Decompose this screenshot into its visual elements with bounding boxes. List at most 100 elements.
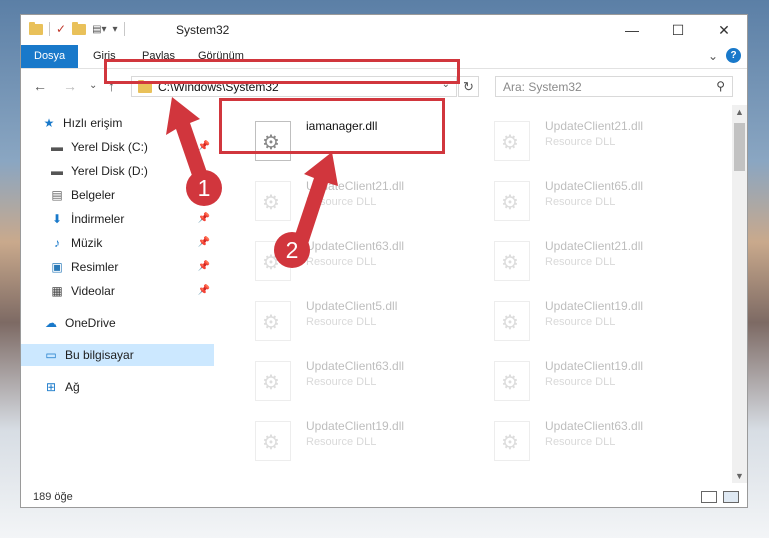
dll-file-icon: ⚙ [494,241,530,281]
item-count: 189 öğe [33,491,73,503]
sidebar-item-this-pc[interactable]: ▭ Bu bilgisayar [21,344,214,366]
pin-icon[interactable]: 📌 [198,261,210,272]
sidebar-item-label: Hızlı erişim [63,116,123,130]
file-item[interactable]: ⚙ UpdateClient19.dll Resource DLL [241,411,466,465]
file-name: UpdateClient19.dll [545,299,644,313]
file-item[interactable]: ⚙ UpdateClient63.dll Resource DLL [241,351,466,405]
cloud-icon: ☁ [45,316,57,330]
sidebar-item-label: Ağ [65,380,80,394]
file-type: Resource DLL [545,196,616,208]
music-icon: ♪ [54,236,60,250]
details-view-icon[interactable] [701,491,717,503]
sidebar-item-downloads[interactable]: ⬇ İndirmeler 📌 [49,208,214,230]
file-type: Resource DLL [306,316,377,328]
vertical-scrollbar[interactable]: ▲ ▼ [732,105,747,483]
drive-icon: ▬ [51,164,63,178]
pin-icon[interactable]: 📌 [198,237,210,248]
scroll-thumb[interactable] [734,123,745,171]
sidebar-item-label: Bu bilgisayar [65,348,134,362]
scroll-down-icon[interactable]: ▼ [735,471,744,481]
large-icons-view-icon[interactable] [723,491,739,503]
search-box[interactable]: Ara: System32 ⚲ [495,76,733,97]
file-type: Resource DLL [545,436,616,448]
dll-file-icon: ⚙ [494,301,530,341]
customize-toolbar-icon[interactable]: ▤▾ [92,24,106,35]
file-type: Resource DLL [545,136,616,148]
sidebar-item-label: OneDrive [65,316,116,330]
sidebar-item-label: Resimler [71,260,119,274]
divider [49,22,50,36]
explorer-window: ✓ ▤▾ ▾ System32 — ☐ ✕ Dosya Giriş Paylaş… [20,14,748,508]
sidebar-item-label: İndirmeler [71,212,125,226]
file-item[interactable]: ⚙ UpdateClient63.dll Resource DLL [241,231,466,285]
dll-file-icon: ⚙ [494,121,530,161]
new-folder-icon[interactable] [72,21,87,35]
dll-file-icon: ⚙ [255,361,291,401]
documents-icon: ▤ [51,188,63,202]
file-type: Resource DLL [545,316,616,328]
file-name: UpdateClient5.dll [306,299,398,313]
dll-file-icon: ⚙ [255,301,291,341]
network-icon: ⊞ [45,380,57,394]
star-icon: ★ [43,116,55,130]
file-type: Resource DLL [306,436,377,448]
toolbar-dropdown-icon[interactable]: ▾ [113,24,118,35]
help-icon[interactable]: ? [726,48,741,63]
ribbon-expand-icon[interactable]: ⌄ [708,49,718,63]
file-highlight-box [219,98,445,154]
divider [123,22,125,36]
file-name: UpdateClient63.dll [545,419,644,433]
file-type: Resource DLL [545,376,616,388]
quick-access-toolbar: ✓ ▤▾ ▾ [29,21,125,36]
downloads-icon: ⬇ [51,212,63,226]
file-type: Resource DLL [545,256,616,268]
sidebar-item-pictures[interactable]: ▣ Resimler 📌 [49,256,214,278]
file-item[interactable]: ⚙ UpdateClient19.dll Resource DLL [480,291,705,345]
file-item[interactable]: ⚙ UpdateClient5.dll Resource DLL [241,291,466,345]
tab-dosya[interactable]: Dosya [21,45,79,68]
file-item[interactable]: ⚙ UpdateClient65.dll Resource DLL [480,171,705,225]
sidebar-item-music[interactable]: ♪ Müzik 📌 [49,232,214,254]
maximize-button[interactable]: ☐ [655,15,701,45]
annotation-badge-2: 2 [274,232,310,268]
file-item[interactable]: ⚙ UpdateClient21.dll Resource DLL [480,231,705,285]
dll-file-icon: ⚙ [494,421,530,461]
file-name: UpdateClient19.dll [306,419,405,433]
dll-file-icon: ⚙ [494,361,530,401]
title-bar: ✓ ▤▾ ▾ System32 — ☐ ✕ [21,15,747,45]
sidebar-item-label: Müzik [71,236,103,250]
sidebar-item-label: Videolar [71,284,115,298]
address-highlight-box [104,59,460,84]
file-name: UpdateClient19.dll [545,359,644,373]
file-name: UpdateClient21.dll [545,119,644,133]
sidebar-item-label: Yerel Disk (D:) [71,164,148,178]
forward-button[interactable]: → [63,78,77,94]
file-item[interactable]: ⚙ UpdateClient19.dll Resource DLL [480,351,705,405]
dll-file-icon: ⚙ [494,181,530,221]
file-type: Resource DLL [306,256,377,268]
pictures-icon: ▣ [51,260,63,274]
file-name: UpdateClient65.dll [545,179,644,193]
scroll-up-icon[interactable]: ▲ [735,107,744,117]
pin-icon[interactable]: 📌 [198,213,210,224]
properties-icon[interactable]: ✓ [56,22,66,36]
pin-icon[interactable]: 📌 [198,285,210,296]
status-bar: 189 öğe [21,487,747,509]
file-item[interactable]: ⚙ UpdateClient21.dll Resource DLL [241,171,466,225]
sidebar-item-videos[interactable]: ▦ Videolar 📌 [49,280,214,302]
search-icon[interactable]: ⚲ [716,79,725,93]
minimize-button[interactable]: — [609,15,655,45]
file-type: Resource DLL [306,376,377,388]
sidebar-item-label: Belgeler [71,188,116,202]
search-input[interactable]: Ara: System32 [503,80,582,94]
file-item[interactable]: ⚙ UpdateClient21.dll Resource DLL [480,111,705,165]
close-button[interactable]: ✕ [701,15,747,45]
refresh-button[interactable]: ↻ [458,76,479,97]
recent-locations-button[interactable]: ⌄ [89,80,97,91]
sidebar-item-onedrive[interactable]: ☁ OneDrive [43,312,214,334]
folder-icon [29,21,43,35]
sidebar-item-label: Yerel Disk (C:) [71,140,148,154]
file-item[interactable]: ⚙ UpdateClient63.dll Resource DLL [480,411,705,465]
back-button[interactable]: ← [33,78,47,94]
sidebar-item-network[interactable]: ⊞ Ağ [43,376,214,398]
